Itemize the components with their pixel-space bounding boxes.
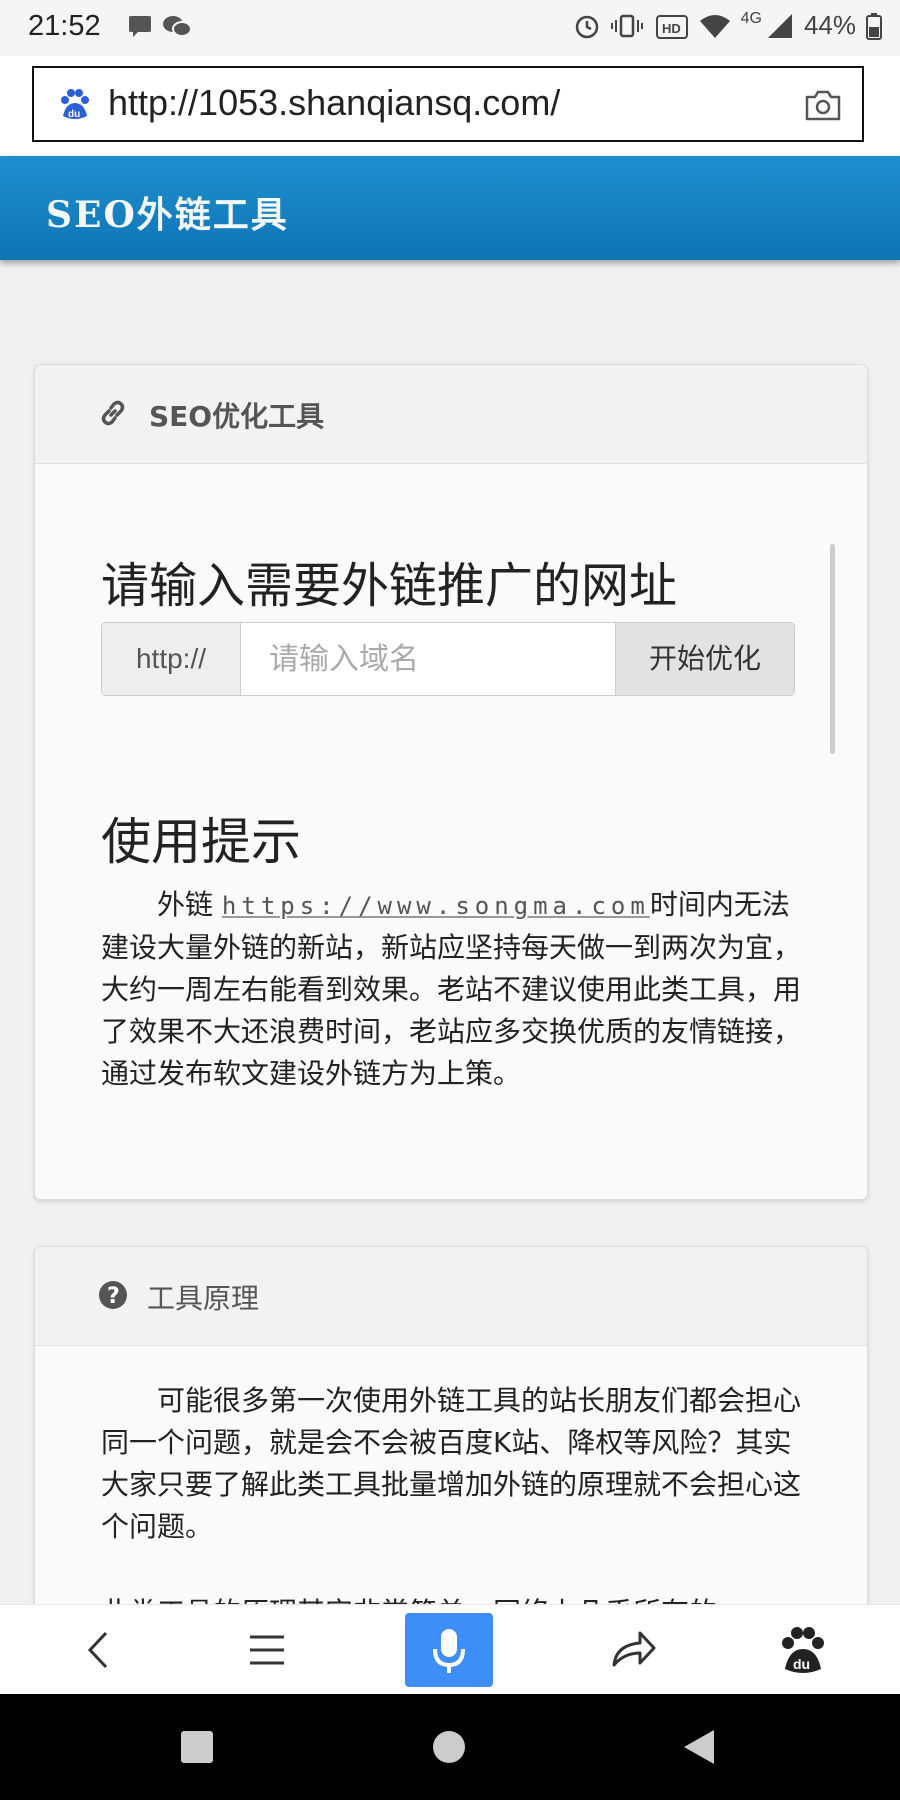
vibrate-icon	[610, 14, 643, 37]
message-icon	[129, 16, 151, 37]
link-icon	[101, 400, 125, 426]
signal-icon	[767, 13, 792, 38]
browser-toolbar: du http://1053.shanqiansq.com/	[0, 56, 900, 156]
tips-paragraph: 外链 https://www.songma.com时间内无法建设大量外链的新站，…	[101, 884, 811, 1095]
hd-icon: HD	[655, 14, 688, 39]
network-type: 4G	[740, 9, 762, 27]
share-icon[interactable]	[606, 1623, 660, 1677]
panel-heading: ? 工具原理	[35, 1247, 867, 1346]
start-optimize-button[interactable]: 开始优化	[615, 623, 794, 695]
scrollbar[interactable]	[830, 544, 835, 754]
panel-heading: SEO优化工具	[35, 365, 867, 464]
browser-bottom-nav: du	[0, 1604, 900, 1695]
recents-icon[interactable]	[180, 1730, 214, 1764]
svg-text:HD: HD	[662, 21, 681, 36]
principle-paragraph-1: 可能很多第一次使用外链工具的站长朋友们都会担心同一个问题，就是会不会被百度K站、…	[101, 1384, 802, 1543]
seo-tool-panel: SEO优化工具 请输入需要外链推广的网址 http:// 开始优化 使用提示 外…	[34, 364, 868, 1200]
notification-icons	[128, 14, 192, 44]
principle-panel: ? 工具原理 可能很多第一次使用外链工具的站长朋友们都会担心同一个问题，就是会不…	[34, 1246, 868, 1628]
back-icon[interactable]	[72, 1623, 126, 1677]
system-nav-bar	[0, 1694, 900, 1800]
menu-icon[interactable]	[240, 1623, 294, 1677]
voice-search-button[interactable]	[405, 1613, 493, 1687]
alarm-icon	[575, 15, 598, 38]
url-prompt-heading: 请输入需要外链推广的网址	[101, 558, 678, 614]
status-time: 21:52	[28, 10, 101, 42]
baidu-paw-icon: du	[61, 89, 89, 120]
tips-text-start: 外链	[157, 888, 214, 921]
site-brand[interactable]: SEO外链工具	[46, 186, 289, 238]
url-text: http://1053.shanqiansq.com/	[108, 82, 561, 123]
svg-text:?: ?	[107, 1284, 120, 1309]
wechat-icon	[162, 16, 192, 37]
battery-icon	[866, 12, 882, 40]
status-right: HD 4G 44%	[573, 10, 882, 41]
home-icon[interactable]	[432, 1730, 466, 1764]
address-bar[interactable]: du http://1053.shanqiansq.com/	[32, 66, 864, 142]
domain-input-group: http:// 开始优化	[101, 622, 795, 696]
back-nav-icon[interactable]	[682, 1728, 716, 1766]
wifi-icon	[699, 14, 730, 38]
site-header: SEO外链工具	[0, 156, 900, 260]
watermark-text: https://www.songma.com	[221, 892, 650, 920]
tips-heading: 使用提示	[101, 813, 301, 871]
panel-title: 工具原理	[147, 1282, 260, 1315]
protocol-prefix: http://	[102, 623, 241, 695]
battery-percent: 44%	[803, 10, 856, 40]
microphone-icon	[433, 1629, 465, 1673]
camera-icon[interactable]	[804, 88, 842, 122]
question-circle-icon: ?	[99, 1281, 127, 1309]
svg-text:du: du	[68, 109, 80, 120]
domain-input[interactable]	[241, 623, 611, 695]
baidu-icon[interactable]: du	[776, 1623, 830, 1677]
svg-text:du: du	[793, 1656, 810, 1672]
status-bar: 21:52 HD 4G 44%	[0, 0, 900, 56]
panel-title: SEO优化工具	[149, 400, 325, 433]
